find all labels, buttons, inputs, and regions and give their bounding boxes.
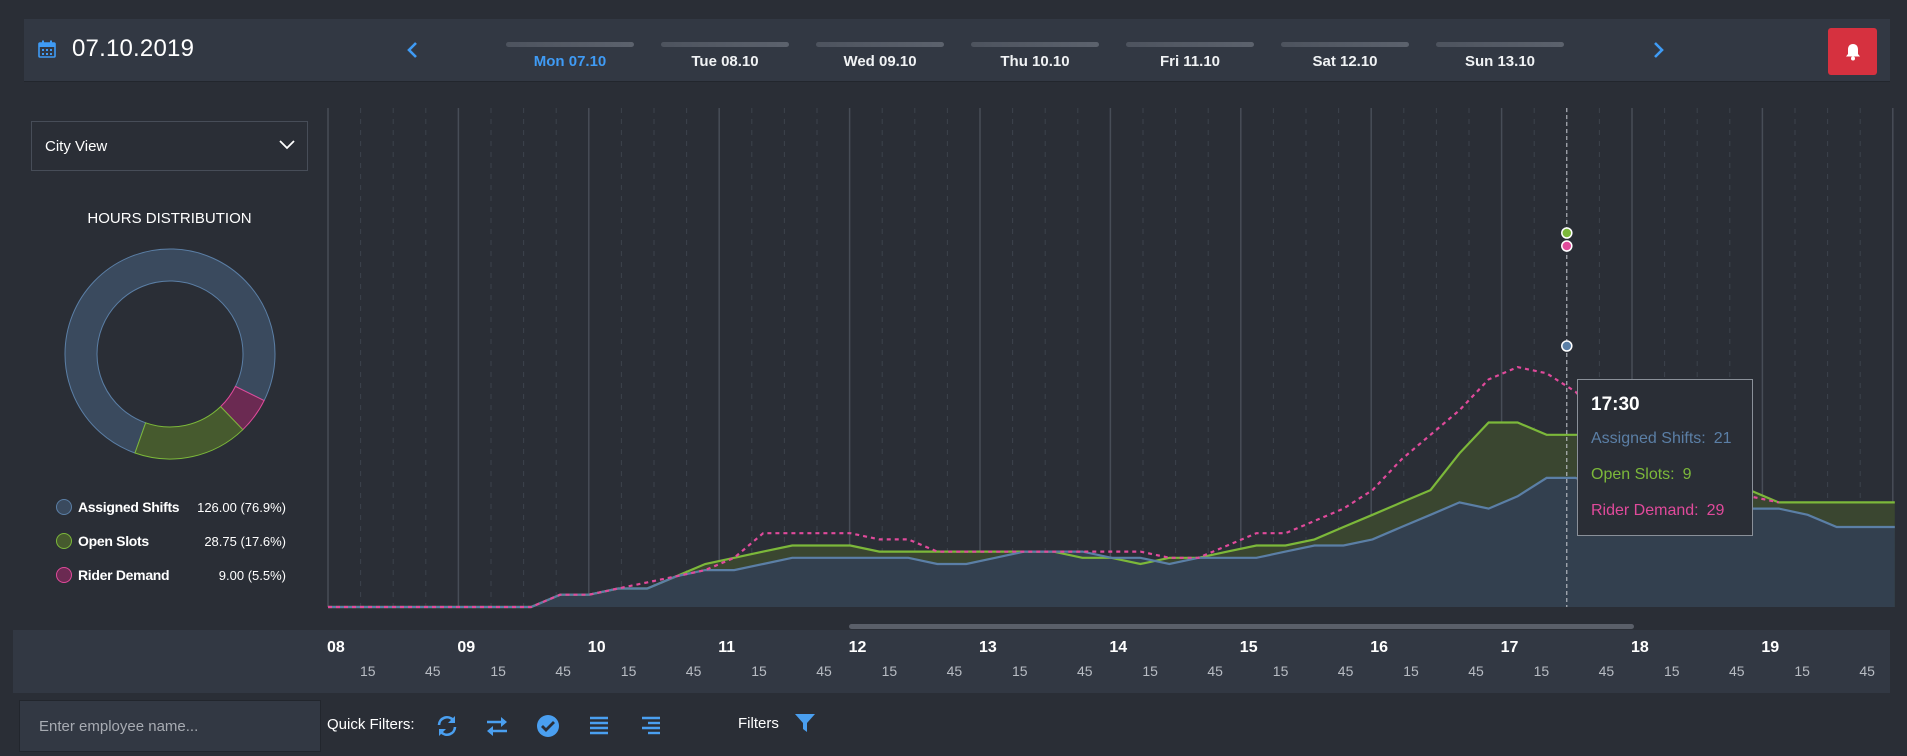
hover-point-demand (1561, 240, 1573, 252)
axis-minute-label: 15 (490, 663, 506, 679)
axis-minute-label: 45 (1077, 663, 1093, 679)
align-right-icon[interactable] (637, 712, 665, 740)
tooltip-row-assigned: Assigned Shifts: 21 (1591, 430, 1732, 447)
quick-filters-label: Quick Filters: (327, 716, 415, 733)
tooltip-row-demand: Rider Demand: 29 (1591, 502, 1725, 519)
tooltip-time: 17:30 (1591, 394, 1640, 415)
axis-minute-label: 45 (1598, 663, 1615, 679)
axis-hour-label: 08 (327, 639, 345, 656)
timeline-axis[interactable] (13, 630, 1890, 693)
axis-minute-label: 45 (1207, 663, 1223, 679)
axis-minute-label: 15 (1794, 663, 1810, 679)
axis-minute-label: 15 (1272, 663, 1289, 679)
axis-minute-label: 45 (1729, 663, 1745, 679)
axis-minute-label: 45 (685, 663, 702, 679)
axis-minute-label: 15 (1403, 663, 1419, 679)
axis-hour-label: 12 (848, 639, 867, 656)
axis-minute-label: 45 (555, 663, 571, 679)
axis-hour-label: 18 (1631, 639, 1649, 656)
axis-hour-label: 14 (1109, 639, 1128, 656)
axis-minute-label: 45 (816, 663, 832, 679)
list-icon[interactable] (585, 712, 613, 740)
axis-minute-label: 45 (1468, 663, 1484, 679)
tooltip-row-open: Open Slots: 9 (1591, 466, 1692, 483)
axis-hour-label: 10 (587, 639, 606, 656)
hover-point-assigned (1561, 340, 1573, 352)
axis-minute-label: 15 (360, 663, 376, 679)
axis-minute-label: 15 (1533, 663, 1550, 679)
swap-icon[interactable] (483, 712, 511, 740)
axis-minute-label: 15 (1012, 663, 1028, 679)
axis-minute-label: 45 (425, 663, 441, 679)
axis-hour-label: 16 (1370, 639, 1388, 656)
axis-minute-label: 15 (881, 663, 898, 679)
employee-search-input[interactable] (19, 700, 321, 752)
axis-hour-label: 11 (718, 639, 736, 656)
axis-minute-label: 45 (946, 663, 963, 679)
axis-minute-label: 15 (1664, 663, 1680, 679)
timeline-scrollbar[interactable] (849, 624, 1634, 629)
axis-minute-label: 45 (1337, 663, 1354, 679)
axis-hour-label: 15 (1239, 639, 1258, 656)
axis-hour-label: 17 (1500, 639, 1519, 656)
axis-minute-label: 15 (620, 663, 637, 679)
hover-point-open (1561, 227, 1573, 239)
axis-hour-label: 13 (979, 639, 997, 656)
chart-tooltip: 17:30 Assigned Shifts: 21 Open Slots: 9 Ri… (1577, 379, 1753, 536)
axis-minute-label: 15 (1142, 663, 1158, 679)
check-circle-icon[interactable] (534, 712, 562, 740)
axis-minute-label: 45 (1859, 663, 1875, 679)
axis-hour-label: 19 (1761, 639, 1780, 656)
axis-hour-label: 09 (457, 639, 476, 656)
refresh-icon[interactable] (433, 712, 461, 740)
axis-minute-label: 15 (751, 663, 767, 679)
funnel-icon[interactable] (793, 711, 817, 735)
filters-label[interactable]: Filters (738, 715, 779, 732)
